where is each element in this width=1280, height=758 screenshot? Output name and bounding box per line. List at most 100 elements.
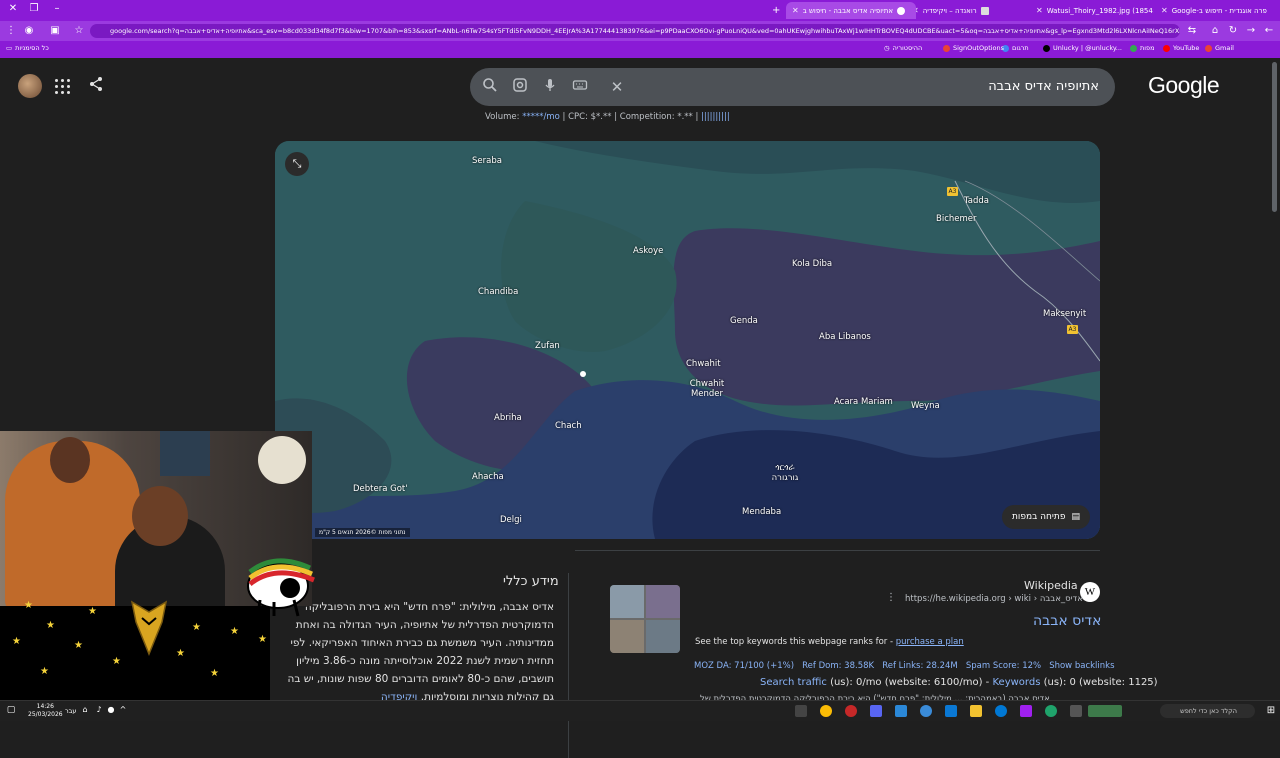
windows-start-icon[interactable]: ⊞ xyxy=(1264,704,1278,718)
result-site-name[interactable]: Wikipedia xyxy=(1024,579,1078,592)
map-place-label: Askoye xyxy=(633,246,663,256)
taskbar-search[interactable]: הקלד כאן כדי לחפש xyxy=(1160,704,1255,718)
spam-score[interactable]: Spam Score: 12% xyxy=(966,661,1041,671)
keywords-value: (us): 0 (website: 1125) xyxy=(1044,677,1158,688)
search-icon[interactable] xyxy=(480,77,500,97)
tab-close-icon[interactable]: ✕ xyxy=(792,6,799,15)
tab-rwanda-wiki[interactable]: ✕ רואנדה – ויקיפדיה xyxy=(906,2,1033,19)
taskbar-app-icon[interactable] xyxy=(1045,705,1057,717)
bookmark-label: Gmail xyxy=(1215,44,1234,52)
bookmark-maps[interactable]: מפות xyxy=(1130,44,1155,52)
seo-volume-value[interactable]: *****/mo xyxy=(522,112,560,122)
lion-of-judah-icon xyxy=(230,550,320,620)
result-thumbnail[interactable] xyxy=(610,585,680,653)
edge-icon[interactable] xyxy=(995,705,1007,717)
open-in-maps-button[interactable]: פתיחה במפות ▤ xyxy=(1002,505,1090,529)
map-place-label: Chach xyxy=(555,421,582,431)
keywords-link[interactable]: Keywords xyxy=(992,677,1040,688)
seo-stats-row: MOZ DA: 71/100 (+1%) Ref Dom: 38.58K Ref… xyxy=(694,661,1115,671)
notifications-icon[interactable]: ▢ xyxy=(4,703,18,717)
obs-icon[interactable] xyxy=(845,705,857,717)
google-favicon-icon xyxy=(897,7,905,15)
golden-emblem-icon xyxy=(128,598,170,656)
discord-icon[interactable] xyxy=(870,705,882,717)
taskview-icon[interactable] xyxy=(1070,705,1082,717)
purchase-plan-link[interactable]: purchase a plan xyxy=(896,637,964,647)
reload-icon[interactable]: ↻ xyxy=(1226,24,1240,38)
sidebar-icon[interactable]: ▣ xyxy=(48,24,62,38)
map-widget[interactable]: ⤡ A3 A3 Seraba Tadda Bichemer Askoye Kol… xyxy=(275,141,1100,539)
bookmark-signout[interactable]: SignOutOptions xyxy=(943,44,1004,52)
seo-trend-bars[interactable]: |||||||||| xyxy=(701,112,730,122)
network-icon[interactable]: ⌂ xyxy=(78,703,92,717)
keyboard-icon[interactable] xyxy=(570,77,590,97)
tray-overflow-icon[interactable]: ^ xyxy=(116,703,130,717)
tab-close-icon[interactable]: ✕ xyxy=(1161,6,1168,15)
store-icon[interactable] xyxy=(945,705,957,717)
bookmark-history[interactable]: ◷ההיסטוריה xyxy=(884,44,922,52)
url-text: google.com/search?q=אתיופיה+אדיס+אבבה&sc… xyxy=(110,27,1180,35)
road-shield: A3 xyxy=(1067,325,1078,334)
address-bar[interactable]: google.com/search?q=אתיופיה+אדיס+אבבה&sc… xyxy=(90,24,1180,38)
taskbar-app-icon[interactable] xyxy=(920,705,932,717)
taskbar-app-icon[interactable] xyxy=(795,705,807,717)
tab-addis-ababa-search[interactable]: ✕ אתיופיה אדיס אבבה - חיפוש ב xyxy=(786,2,916,19)
input-language[interactable]: עבר xyxy=(65,707,77,715)
result-url[interactable]: https://he.wikipedia.org › wiki › אדיס_א… xyxy=(905,594,1083,604)
streamer-head-left xyxy=(50,437,90,483)
file-explorer-icon[interactable] xyxy=(970,705,982,717)
weather-widget-icon[interactable] xyxy=(1088,705,1122,717)
tab-close-icon[interactable]: ✕ xyxy=(1036,6,1043,15)
bookmark-youtube[interactable]: YouTube xyxy=(1163,44,1199,52)
restore-icon[interactable]: ❐ xyxy=(27,2,41,16)
collapse-map-icon[interactable]: ⤡ xyxy=(285,152,309,176)
google-apps-icon[interactable] xyxy=(55,79,70,94)
forward-icon[interactable]: → xyxy=(1244,24,1258,38)
search-box[interactable]: ✕ אתיופיה אדיס אבבה xyxy=(470,68,1115,106)
google-logo[interactable]: Google xyxy=(1148,72,1219,99)
profile-icon[interactable]: ◉ xyxy=(22,24,36,38)
ref-dom[interactable]: Ref Dom: 38.58K xyxy=(802,661,874,671)
tab-search-icon[interactable]: ⇆ xyxy=(1185,24,1199,38)
bookmark-translate[interactable]: תרגום xyxy=(1002,44,1029,52)
bookmark-unlucky[interactable]: Unlucky | @unlucky... xyxy=(1043,44,1122,52)
search-query: אתיופיה אדיס אבבה xyxy=(988,79,1099,94)
show-backlinks-link[interactable]: Show backlinks xyxy=(1049,661,1114,671)
result-title-link[interactable]: אדיס אבבה xyxy=(1033,613,1101,629)
all-bookmarks-folder[interactable]: ▭כל הסימניות xyxy=(6,44,49,52)
traffic-row: Search traffic (us): 0/mo (website: 6100… xyxy=(760,677,1158,688)
lens-icon[interactable] xyxy=(510,77,530,97)
bookmark-label: תרגום xyxy=(1012,44,1029,52)
bookmark-gmail[interactable]: Gmail xyxy=(1205,44,1234,52)
search-traffic-link[interactable]: Search traffic xyxy=(760,677,827,688)
home-icon[interactable]: ⌂ xyxy=(1208,24,1222,38)
back-icon[interactable]: ← xyxy=(1262,24,1276,38)
minimize-icon[interactable]: – xyxy=(50,2,64,16)
more-options-icon[interactable]: ⋮ xyxy=(886,592,896,603)
star-icon: ★ xyxy=(192,622,201,633)
map-attribution[interactable]: נתוני מפות ©2026 תנאים 5 ק"מ xyxy=(315,528,410,537)
extensions-menu-icon[interactable]: ⋮ xyxy=(4,24,18,38)
wikipedia-logo-icon: W xyxy=(1080,582,1100,602)
taskbar-app-icon[interactable] xyxy=(1020,705,1032,717)
new-tab-button[interactable]: + xyxy=(766,2,786,19)
tab-uganda-cow[interactable]: ✕ Google-פרה אוגנדית - חיפוש ב xyxy=(1155,2,1277,19)
avatar[interactable] xyxy=(18,74,42,98)
chrome-icon[interactable] xyxy=(820,705,832,717)
clear-search-icon[interactable]: ✕ xyxy=(607,77,627,97)
moz-da[interactable]: MOZ DA: 71/100 (+1%) xyxy=(694,661,794,671)
clock[interactable]: 14:26 25/03/2026 xyxy=(28,703,63,719)
bookmark-star-icon[interactable]: ☆ xyxy=(72,24,86,38)
browser-tab-strip: ✕ ❐ – ✕ Google-פרה אוגנדית - חיפוש ב ✕ W… xyxy=(0,0,1280,21)
taskbar-app-icon[interactable] xyxy=(895,705,907,717)
bookmark-label: מפות xyxy=(1140,44,1155,52)
close-icon[interactable]: ✕ xyxy=(6,2,20,16)
ref-links[interactable]: Ref Links: 28.24M xyxy=(882,661,958,671)
history-icon: ◷ xyxy=(884,44,890,52)
page-scrollbar[interactable] xyxy=(1272,62,1277,212)
microphone-icon[interactable] xyxy=(540,77,560,97)
tab-watusi-image[interactable]: ✕ Watusi_Thoiry_1982.jpg (1854× xyxy=(1030,2,1154,19)
road-shield: A3 xyxy=(947,187,958,196)
star-icon: ★ xyxy=(210,668,219,679)
share-icon[interactable] xyxy=(88,76,104,96)
